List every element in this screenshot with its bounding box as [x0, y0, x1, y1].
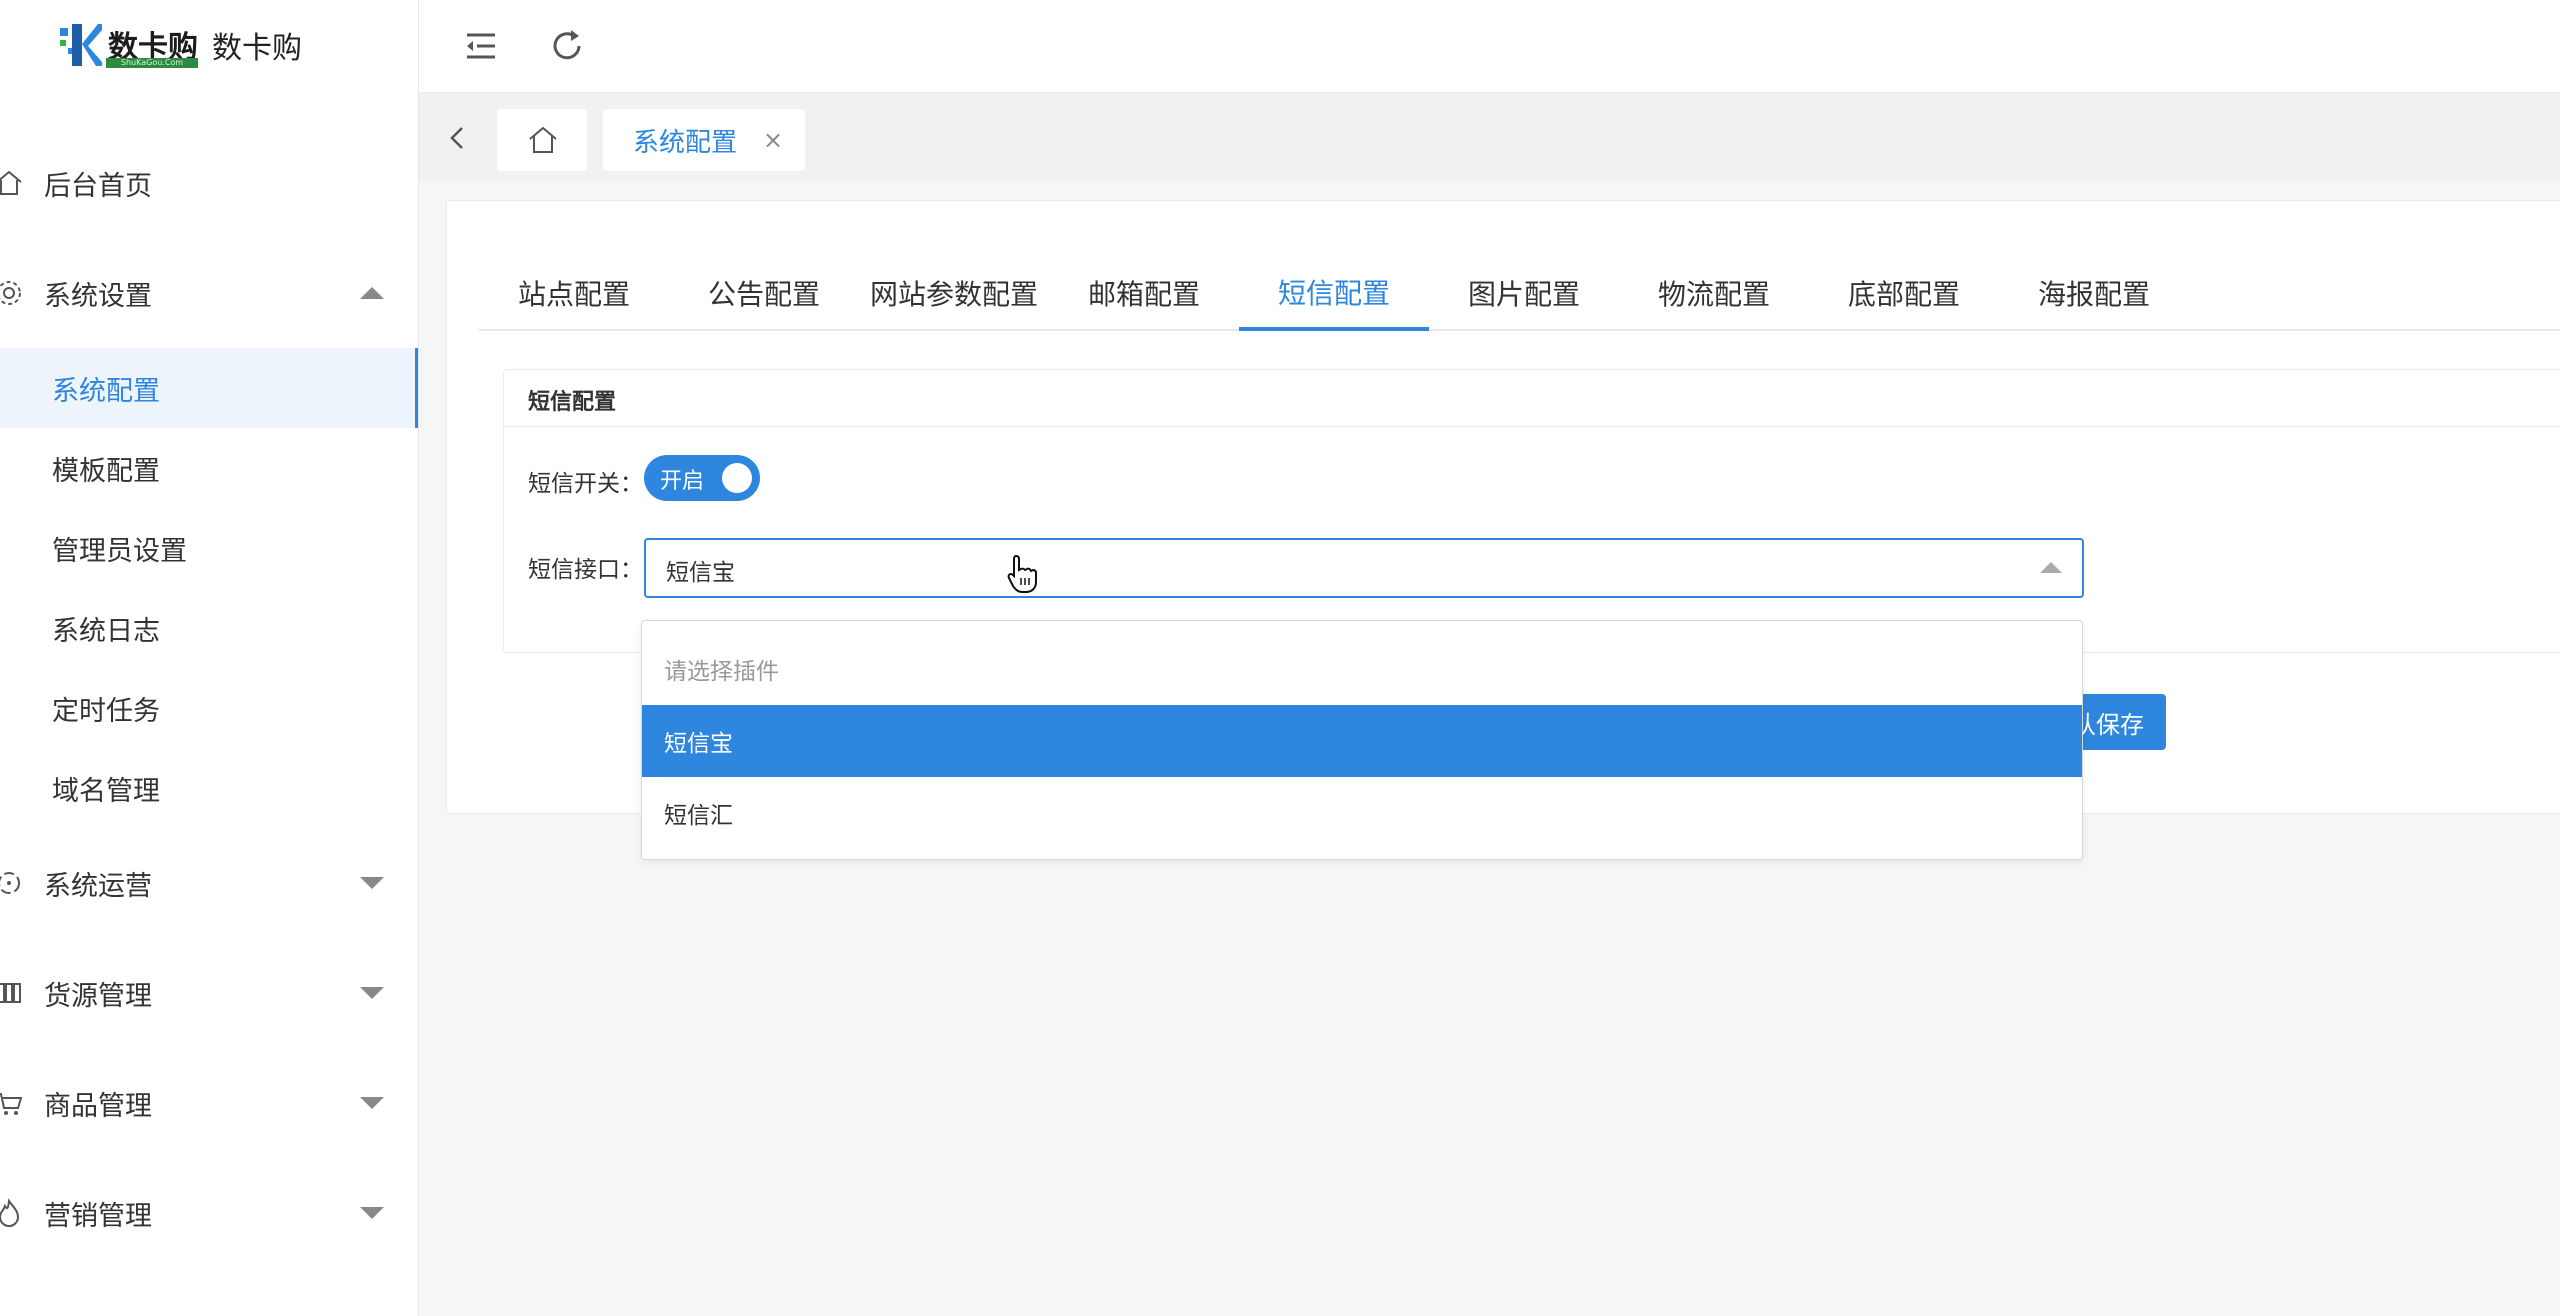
tab-home[interactable]: [497, 109, 587, 171]
sms-interface-dropdown: 请选择插件 短信宝 短信汇: [641, 620, 2083, 860]
tab-sms-config[interactable]: 短信配置: [1239, 257, 1429, 331]
home-icon: [529, 126, 557, 153]
panel-title: 短信配置: [528, 390, 617, 415]
close-icon[interactable]: ×: [763, 126, 783, 154]
dropdown-option-label: 短信汇: [664, 803, 733, 829]
sidebar-item-system-operations[interactable]: 系统运营: [0, 828, 418, 938]
sidebar: 数卡购 ShuKaGou.Com 数卡购 后台首页 系统设置 系统配置 模板配置…: [0, 0, 419, 1316]
tab-image-config[interactable]: 图片配置: [1429, 257, 1619, 329]
top-bar: [419, 0, 2560, 93]
dropdown-placeholder-text: 请选择插件: [664, 659, 779, 685]
submenu-system-settings: 系统配置 模板配置 管理员设置 系统日志 定时任务 域名管理: [0, 348, 418, 828]
sidebar-subitem-label: 定时任务: [52, 695, 160, 727]
sidebar-subitem-label: 管理员设置: [52, 535, 187, 567]
sidebar-subitem-domain-management[interactable]: 域名管理: [0, 748, 418, 828]
sidebar-item-label: 后台首页: [44, 170, 152, 202]
sidebar-subitem-label: 系统日志: [52, 615, 160, 647]
select-value: 短信宝: [666, 560, 735, 586]
dropdown-option-label: 短信宝: [664, 731, 733, 757]
dropdown-option-smsbao[interactable]: 短信宝: [642, 705, 2082, 777]
caret-up-icon: [2040, 562, 2062, 573]
switch-text: 开启: [660, 469, 705, 494]
refresh-icon[interactable]: [547, 26, 587, 66]
sms-switch-label: 短信开关：: [528, 471, 643, 497]
sidebar-item-label: 营销管理: [44, 1200, 152, 1232]
hand-cursor-icon: [1007, 554, 1037, 593]
tab-logistics-config[interactable]: 物流配置: [1619, 257, 1809, 329]
sidebar-item-label: 系统运营: [44, 870, 152, 902]
supply-icon: [0, 983, 21, 1003]
sms-interface-select[interactable]: 短信宝: [644, 538, 2084, 598]
tab-notice-config[interactable]: 公告配置: [669, 257, 859, 329]
chevron-left-icon[interactable]: [443, 123, 473, 153]
sms-config-panel: 短信配置 短信开关： 开启 短信接口： 短信宝: [503, 369, 2560, 653]
config-tabs: 站点配置 公告配置 网站参数配置 邮箱配置 短信配置 图片配置 物流配置 底部配…: [479, 257, 2560, 331]
sidebar-subitem-label: 模板配置: [52, 455, 160, 487]
tab-poster-config[interactable]: 海报配置: [1999, 257, 2189, 329]
panel-header: 短信配置: [504, 370, 2560, 427]
sms-switch-toggle[interactable]: 开启: [644, 455, 760, 501]
brand-name: 数卡购: [212, 31, 302, 66]
home-icon: [0, 170, 22, 195]
sidebar-subitem-system-log[interactable]: 系统日志: [0, 588, 418, 668]
sidebar-item-label: 系统设置: [44, 280, 152, 312]
chevron-down-icon: [360, 987, 384, 999]
sidebar-item-home[interactable]: 后台首页: [0, 128, 418, 238]
sidebar-item-label: 货源管理: [44, 980, 152, 1012]
logo-mark: 数卡购 ShuKaGou.Com: [50, 18, 200, 72]
tab-system-config[interactable]: 系统配置 ×: [603, 109, 805, 171]
chevron-down-icon: [360, 1097, 384, 1109]
chevron-down-icon: [360, 877, 384, 889]
tab-footer-config[interactable]: 底部配置: [1809, 257, 1999, 329]
page-tabs-bar: 系统配置 ×: [419, 93, 2560, 181]
dropdown-placeholder: 请选择插件: [642, 633, 2082, 705]
tab-email-config[interactable]: 邮箱配置: [1049, 257, 1239, 329]
switch-knob: [722, 463, 752, 493]
gear-icon: [0, 281, 21, 305]
logo-k-icon: [60, 24, 102, 66]
sidebar-subitem-admin-settings[interactable]: 管理员设置: [0, 508, 418, 588]
sidebar-subitem-label: 系统配置: [52, 375, 160, 407]
cart-icon: [0, 1093, 23, 1115]
dropdown-option-smshui[interactable]: 短信汇: [642, 777, 2082, 849]
sidebar-item-system-settings[interactable]: 系统设置: [0, 238, 418, 348]
chevron-up-icon: [360, 287, 384, 299]
chevron-down-icon: [360, 1207, 384, 1219]
sidebar-subitem-template-config[interactable]: 模板配置: [0, 428, 418, 508]
sidebar-item-label: 商品管理: [44, 1090, 152, 1122]
tab-site-config[interactable]: 站点配置: [479, 257, 669, 329]
fire-icon: [0, 1198, 20, 1227]
sidebar-subitem-system-config[interactable]: 系统配置: [0, 348, 418, 428]
operations-icon: [0, 872, 20, 894]
tab-site-params-config[interactable]: 网站参数配置: [859, 257, 1049, 329]
logo[interactable]: 数卡购 ShuKaGou.Com 数卡购: [50, 18, 302, 72]
logo-subtitle: ShuKaGou.Com: [106, 58, 198, 68]
sms-interface-label: 短信接口：: [528, 557, 643, 583]
sidebar-subitem-scheduled-tasks[interactable]: 定时任务: [0, 668, 418, 748]
sidebar-item-marketing-management[interactable]: 营销管理: [0, 1158, 418, 1268]
sidebar-menu: 后台首页 系统设置 系统配置 模板配置 管理员设置 系统日志 定时任务 域名管理…: [0, 128, 418, 1268]
menu-fold-icon[interactable]: [461, 26, 501, 66]
sidebar-subitem-label: 域名管理: [52, 775, 160, 807]
tab-label: 系统配置: [633, 127, 738, 158]
sidebar-item-supply-management[interactable]: 货源管理: [0, 938, 418, 1048]
sidebar-item-product-management[interactable]: 商品管理: [0, 1048, 418, 1158]
